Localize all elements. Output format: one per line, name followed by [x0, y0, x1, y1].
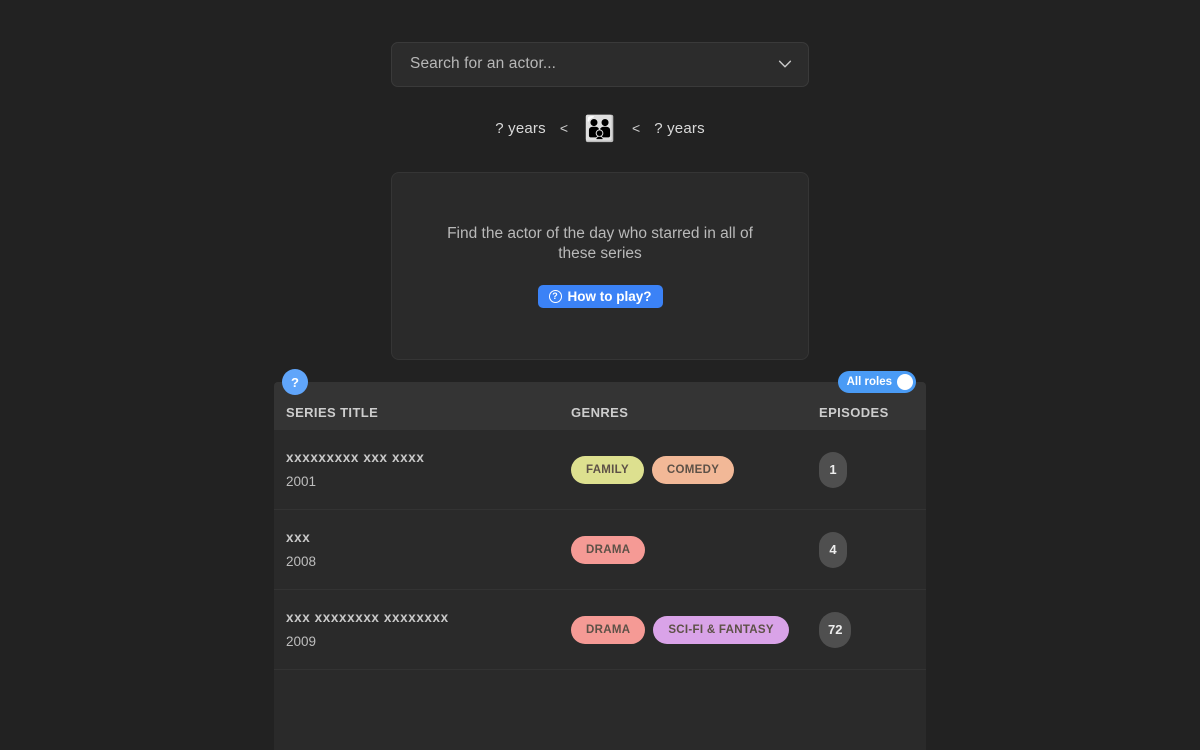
app-root: ? years < 👪 < ? years Find the actor of … [0, 0, 1200, 750]
age-lower-bound: ? years [495, 119, 546, 137]
series-year-text: 2001 [286, 473, 317, 489]
actor-search-box[interactable] [391, 42, 809, 87]
table-row[interactable]: xxxxxxxxx xxx xxxx 2001 FAMILY COMEDY 1 [274, 430, 926, 510]
family-people-icon: 👪 [584, 114, 616, 143]
cell-genres: DRAMA [571, 535, 819, 564]
series-title-text: xxx xxxxxxxx xxxxxxxx [286, 609, 449, 625]
episode-count-badge: 72 [819, 611, 852, 648]
genre-chip[interactable]: DRAMA [571, 615, 646, 644]
table-body: xxxxxxxxx xxx xxxx 2001 FAMILY COMEDY 1 xxx 20… [274, 430, 926, 750]
series-table-container: ? All roles SERIES TITLE GENRES EPISODES… [274, 369, 926, 750]
table-row[interactable]: xxx xxxxxxxx xxxxxxxx 2009 DRAMA SCI-FI & F… [274, 590, 926, 670]
genre-chip[interactable]: DRAMA [571, 535, 646, 564]
less-than-operator-right: < [632, 120, 641, 137]
series-year-text: 2008 [286, 553, 317, 569]
table-help-badge[interactable]: ? [282, 369, 308, 395]
episode-count-badge: 1 [819, 451, 847, 488]
all-roles-label: All roles [846, 376, 892, 388]
genre-chip[interactable]: SCI-FI & FANTASY [653, 615, 789, 644]
all-roles-toggle[interactable]: All roles [837, 371, 916, 393]
column-header-episodes: EPISODES [819, 405, 889, 420]
cell-genres: FAMILY COMEDY [571, 455, 819, 484]
column-header-series-title: SERIES TITLE [286, 405, 379, 420]
cell-series-title: xxxxxxxxx xxx xxxx 2001 [286, 449, 571, 490]
chevron-down-icon[interactable] [776, 55, 794, 73]
cell-episodes: 72 [819, 611, 914, 648]
cell-series-title: xxx 2008 [286, 529, 571, 570]
cell-series-title [286, 707, 571, 713]
toggle-knob-icon[interactable] [897, 374, 913, 390]
series-title-text: xxx [286, 529, 311, 545]
episode-count-badge: 4 [819, 531, 847, 568]
cell-genres: DRAMA SCI-FI & FANTASY [571, 615, 819, 644]
cell-episodes: 4 [819, 531, 914, 568]
table-header-row: SERIES TITLE GENRES EPISODES [274, 382, 926, 430]
age-range-hint: ? years < 👪 < ? years [495, 113, 705, 144]
search-input[interactable] [410, 55, 768, 74]
series-table: SERIES TITLE GENRES EPISODES xxxxxxxxx x… [274, 382, 926, 750]
genre-chip[interactable]: FAMILY [571, 455, 644, 484]
column-header-genres: GENRES [571, 405, 629, 420]
instructions-card: Find the actor of the day who starred in… [391, 171, 809, 360]
series-year-text: 2009 [286, 633, 317, 649]
series-title-text: xxxxxxxxx xxx xxxx [286, 449, 425, 465]
cell-series-title: xxx xxxxxxxx xxxxxxxx 2009 [286, 609, 571, 650]
cell-episodes: 1 [819, 451, 914, 488]
how-to-play-label: How to play? [567, 289, 652, 305]
question-mark-icon: ? [548, 290, 562, 304]
how-to-play-button[interactable]: ? How to play? [537, 285, 663, 309]
table-row[interactable] [274, 670, 926, 750]
genre-chip[interactable]: COMEDY [651, 455, 735, 484]
instructions-text: Find the actor of the day who starred in… [447, 224, 753, 263]
age-upper-bound: ? years [654, 119, 705, 137]
table-row[interactable]: xxx 2008 DRAMA 4 [274, 510, 926, 590]
less-than-operator-left: < [559, 120, 568, 137]
